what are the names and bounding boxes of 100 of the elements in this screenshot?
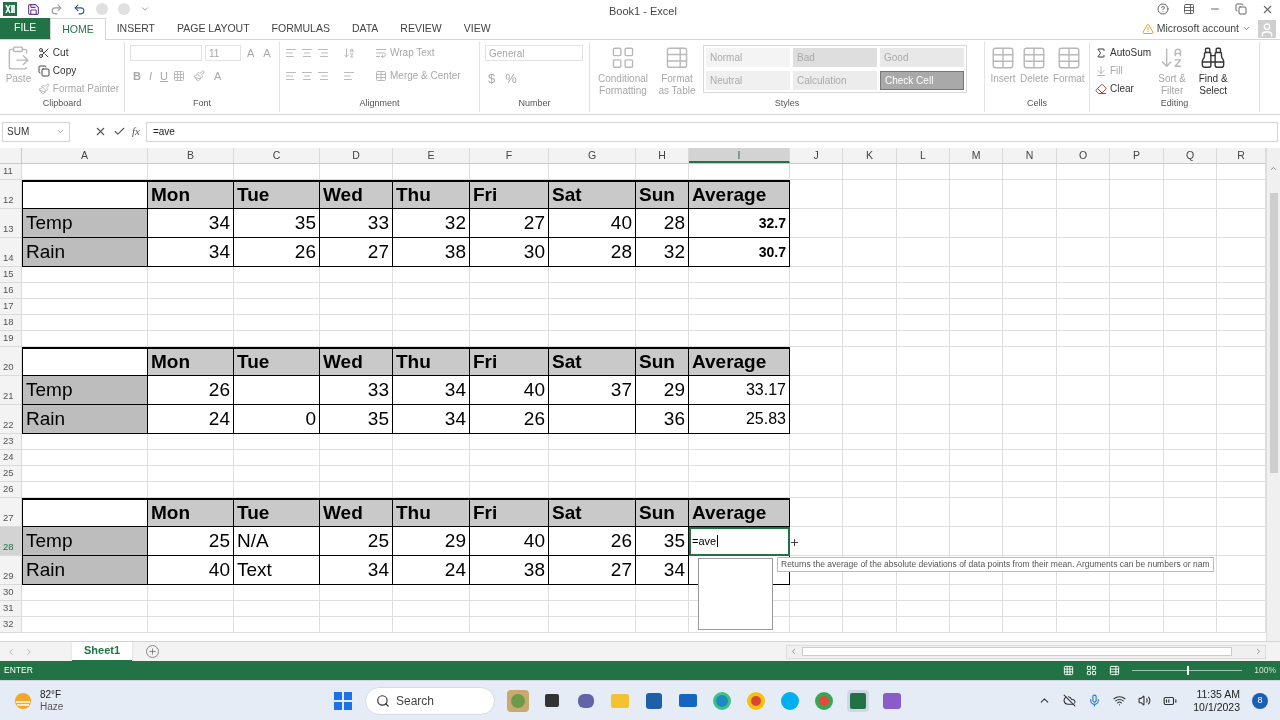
grid-cell[interactable] [843, 376, 897, 405]
grid-cell[interactable] [790, 405, 843, 434]
grid-cell[interactable] [1164, 405, 1217, 434]
caret-icon[interactable] [56, 127, 65, 136]
grid-cell[interactable] [1110, 434, 1164, 450]
grid-cell[interactable] [470, 267, 549, 283]
grid-cell[interactable] [22, 331, 148, 347]
grid-cell[interactable] [393, 617, 470, 633]
previous-sheet-icon[interactable] [6, 646, 16, 657]
grid-cell[interactable] [636, 601, 689, 617]
grid-cell[interactable] [1057, 180, 1110, 209]
ribbon-button[interactable]: Copy [37, 63, 119, 78]
grid-cell[interactable] [22, 466, 148, 482]
row-number[interactable]: 15 [0, 267, 22, 283]
grid-cell[interactable] [950, 585, 1003, 601]
grid-cell[interactable] [790, 482, 843, 498]
grid-cell[interactable] [1057, 315, 1110, 331]
grid-cell[interactable] [843, 450, 897, 466]
grid-cell[interactable] [1164, 283, 1217, 299]
grid-cell[interactable] [1057, 283, 1110, 299]
grid-cell[interactable] [1057, 450, 1110, 466]
grid-cell[interactable] [689, 315, 790, 331]
grid-cell[interactable] [148, 601, 234, 617]
help-icon[interactable] [1157, 3, 1169, 15]
row-number[interactable]: 26 [0, 482, 22, 498]
grid-cell[interactable] [790, 180, 843, 209]
ribbon-display-icon[interactable] [1183, 3, 1195, 15]
grid-cell[interactable] [1110, 482, 1164, 498]
grid-cell[interactable] [1057, 617, 1110, 633]
grid-cell[interactable] [320, 315, 393, 331]
grid-cell[interactable] [843, 617, 897, 633]
grid-cell[interactable] [843, 331, 897, 347]
grid-cell[interactable] [790, 434, 843, 450]
customize-caret-icon[interactable] [140, 4, 150, 14]
grid-cell[interactable] [790, 617, 843, 633]
column-header[interactable]: L [897, 148, 950, 163]
grid-cell[interactable] [1164, 450, 1217, 466]
grid-cell[interactable] [234, 466, 320, 482]
grid-cell[interactable] [843, 180, 897, 209]
grid-cell[interactable] [790, 267, 843, 283]
ribbon-button[interactable]: Find & Select [1193, 45, 1234, 97]
grid-cell[interactable] [843, 585, 897, 601]
enter-icon[interactable] [113, 125, 126, 138]
grid-cell[interactable] [470, 601, 549, 617]
grid-cell[interactable] [1164, 238, 1217, 267]
grid-cell[interactable] [470, 315, 549, 331]
horizontal-scrollbar[interactable] [786, 644, 1266, 659]
ribbon-tab[interactable]: VIEW [452, 18, 502, 39]
grid-cell[interactable] [843, 315, 897, 331]
ribbon-tab[interactable]: DATA [340, 18, 390, 39]
grid-cell[interactable] [843, 405, 897, 434]
quick-access-button[interactable] [118, 3, 130, 15]
taskbar-search-field[interactable]: Search [365, 686, 495, 715]
grid-cell[interactable] [470, 434, 549, 450]
row-number[interactable]: 32 [0, 617, 22, 633]
grid-cell[interactable] [950, 601, 1003, 617]
grid-cell[interactable] [1003, 267, 1057, 283]
grid-cell[interactable] [148, 466, 234, 482]
grid-cell[interactable] [1164, 315, 1217, 331]
grid-cell[interactable] [636, 466, 689, 482]
grid-cell[interactable] [1057, 331, 1110, 347]
grid-cell[interactable] [950, 405, 1003, 434]
normal-view-icon[interactable] [1063, 665, 1075, 676]
grid-cell[interactable] [1003, 180, 1057, 209]
grid-cell[interactable] [549, 585, 636, 601]
grid-cell[interactable] [1164, 585, 1217, 601]
grid-cell[interactable] [843, 601, 897, 617]
grid-cell[interactable] [790, 585, 843, 601]
grid-cell[interactable] [1003, 299, 1057, 315]
grid-cell[interactable] [790, 283, 843, 299]
middle-align-icon[interactable] [301, 46, 313, 59]
grid-cell[interactable] [897, 434, 950, 450]
grid-cell[interactable] [843, 238, 897, 267]
grid-cell[interactable] [897, 498, 950, 527]
row-number[interactable]: 28 [0, 527, 22, 556]
row-number[interactable]: 14 [0, 238, 22, 267]
column-header[interactable]: F [470, 148, 549, 163]
top-align-icon[interactable] [285, 46, 297, 59]
column-header[interactable]: K [843, 148, 897, 163]
grid-cell[interactable] [393, 434, 470, 450]
row-number[interactable]: 11 [0, 164, 22, 180]
grid-cell[interactable] [1110, 331, 1164, 347]
account-button[interactable]: Microsoft account [1156, 20, 1239, 37]
grid-cell[interactable] [897, 585, 950, 601]
grid-cell[interactable] [790, 315, 843, 331]
grid-cell[interactable] [234, 617, 320, 633]
align-center-icon[interactable] [301, 69, 313, 82]
grid-cell[interactable] [843, 267, 897, 283]
grid-cell[interactable] [636, 299, 689, 315]
font-name-field[interactable] [130, 45, 202, 62]
grid-cell[interactable] [549, 315, 636, 331]
fill-color-icon[interactable] [192, 69, 205, 82]
grid-cell[interactable] [950, 434, 1003, 450]
grid-cell[interactable] [636, 434, 689, 450]
grid-cell[interactable] [843, 209, 897, 238]
grid-cell[interactable] [1110, 617, 1164, 633]
grid-cell[interactable] [790, 347, 843, 376]
grid-cell[interactable] [1110, 180, 1164, 209]
grid-cell[interactable] [897, 347, 950, 376]
grid-cell[interactable] [22, 283, 148, 299]
